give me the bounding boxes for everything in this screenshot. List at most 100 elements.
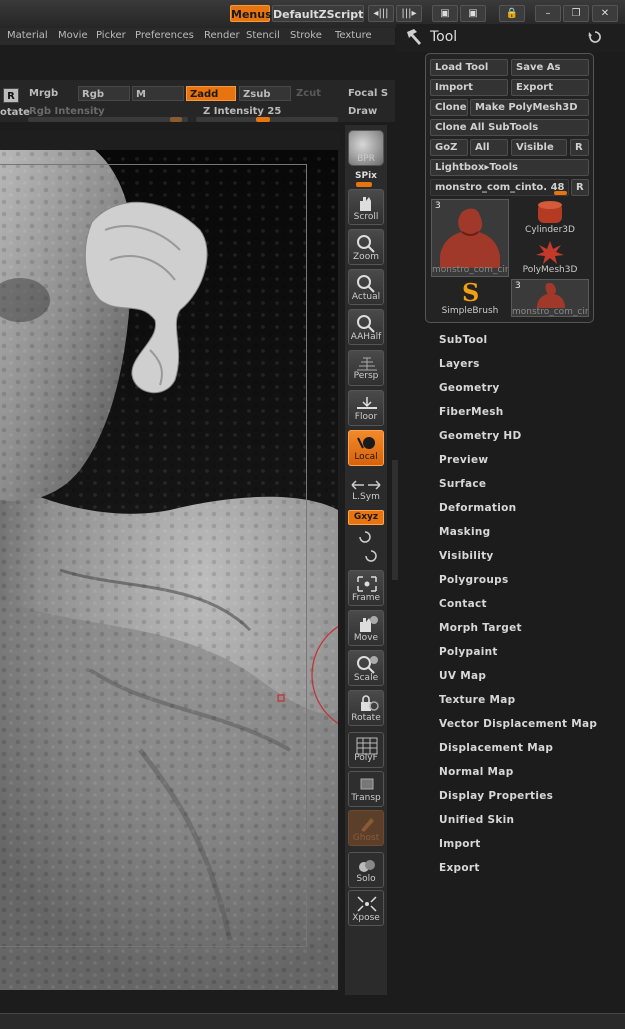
magnifier-actual-icon <box>357 275 375 293</box>
menu-picker[interactable]: Picker <box>96 30 126 41</box>
rgb-button[interactable]: Rgb <box>78 86 130 101</box>
tool-thumb-simplebrush[interactable]: S SimpleBrush <box>431 278 509 317</box>
rgb-intensity-knob[interactable] <box>170 117 182 122</box>
panel-splitter[interactable] <box>392 460 398 580</box>
spix-slider-knob[interactable] <box>356 182 372 187</box>
zcut-button[interactable]: Zcut <box>293 86 339 101</box>
menu-movie[interactable]: Movie <box>58 30 88 41</box>
import-button[interactable]: Import <box>430 79 508 96</box>
minimize-icon[interactable]: – <box>535 5 561 22</box>
collapse-left-icon[interactable]: ◂||| <box>368 5 394 22</box>
r-button[interactable]: R <box>3 88 19 103</box>
refresh-icon[interactable] <box>588 30 602 44</box>
local-symmetry-icon <box>357 437 375 449</box>
monstro-bust-icon <box>440 208 500 268</box>
current-tool-r-button[interactable]: R <box>571 179 589 196</box>
subpalette-subtool[interactable]: SubTool <box>439 334 487 346</box>
load-tool-button[interactable]: Load Tool <box>430 59 508 76</box>
zadd-button[interactable]: Zadd <box>186 86 236 101</box>
menu-bar: Material Movie Picker Preferences Render… <box>0 28 395 45</box>
tool-thumb-monstro[interactable]: 3 monstro_com_cin <box>431 199 509 277</box>
subpalette-fibermesh[interactable]: FiberMesh <box>439 406 504 418</box>
z-intensity-knob[interactable] <box>256 117 270 122</box>
collapse-right-icon[interactable]: |||▸ <box>396 5 422 22</box>
bpr-label: BPR <box>357 154 375 164</box>
focal-shift-slider[interactable]: Focal S <box>348 86 392 101</box>
subpalette-texture-map[interactable]: Texture Map <box>439 694 515 706</box>
restore-icon[interactable]: ❐ <box>563 5 589 22</box>
subpalette-preview[interactable]: Preview <box>439 454 488 466</box>
subpalette-visibility[interactable]: Visibility <box>439 550 494 562</box>
tool-thumb-polymesh3d[interactable]: PolyMesh3D <box>511 239 589 277</box>
clone-all-subtools-button[interactable]: Clone All SubTools <box>430 119 589 136</box>
subpalette-contact[interactable]: Contact <box>439 598 487 610</box>
close-icon[interactable]: ✕ <box>592 5 618 22</box>
draw-size-slider[interactable]: Draw <box>348 104 392 119</box>
lsym-label[interactable]: L.Sym <box>345 492 387 502</box>
rotate-z-icon[interactable] <box>364 549 378 563</box>
tool-palette-title[interactable]: Tool <box>430 29 457 45</box>
subpalette-export[interactable]: Export <box>439 862 480 874</box>
subpalette-uv-map[interactable]: UV Map <box>439 670 486 682</box>
bottom-tray-bar[interactable] <box>0 1013 625 1029</box>
export-button[interactable]: Export <box>511 79 589 96</box>
hammer-icon <box>407 29 421 45</box>
lsym-arrows-icon[interactable] <box>350 478 382 492</box>
goz-all-button[interactable]: All <box>470 139 508 156</box>
rotate-label[interactable]: otate <box>0 105 30 120</box>
tool-thumb-monstro-2[interactable]: 3 monstro_com_cin <box>511 279 589 317</box>
lightbox-tools-button[interactable]: Lightbox▸Tools <box>430 159 589 176</box>
tool-thumb-count: 3 <box>435 201 441 211</box>
subpalette-surface[interactable]: Surface <box>439 478 486 490</box>
make-polymesh3d-button[interactable]: Make PolyMesh3D <box>470 99 589 116</box>
subpalette-vector-displacement-map[interactable]: Vector Displacement Map <box>439 718 597 730</box>
zsub-button[interactable]: Zsub <box>239 86 291 101</box>
tool-thumb-cylinder3d[interactable]: Cylinder3D <box>511 199 589 237</box>
menu-texture[interactable]: Texture <box>335 30 372 41</box>
goz-r-button[interactable]: R <box>570 139 589 156</box>
subpalette-unified-skin[interactable]: Unified Skin <box>439 814 514 826</box>
subpalette-morph-target[interactable]: Morph Target <box>439 622 522 634</box>
subpalette-displacement-map[interactable]: Displacement Map <box>439 742 553 754</box>
current-tool-slider-knob[interactable] <box>554 191 567 195</box>
subpalette-display-properties[interactable]: Display Properties <box>439 790 553 802</box>
layout-right-icon[interactable]: ▣ <box>460 5 486 22</box>
subpalette-polypaint[interactable]: Polypaint <box>439 646 498 658</box>
goz-button[interactable]: GoZ <box>430 139 468 156</box>
hand-move-icon <box>360 616 378 632</box>
mrgb-button[interactable]: Mrgb <box>26 86 76 101</box>
clone-button[interactable]: Clone <box>430 99 468 116</box>
menus-button[interactable]: Menus <box>230 5 272 22</box>
goz-visible-button[interactable]: Visible <box>511 139 567 156</box>
save-as-button[interactable]: Save As <box>511 59 589 76</box>
rotate-label: Rotate <box>351 713 381 723</box>
xpose-arrows-icon <box>357 896 377 912</box>
menu-stroke[interactable]: Stroke <box>290 30 322 41</box>
rotate-y-icon[interactable] <box>358 530 372 544</box>
m-button[interactable]: M <box>132 86 184 101</box>
spix-label[interactable]: SPix <box>345 171 387 181</box>
default-zscript-button[interactable]: DefaultZScript <box>272 5 364 22</box>
rgb-intensity-track[interactable] <box>28 117 188 122</box>
subpalette-geometry[interactable]: Geometry <box>439 382 499 394</box>
subpalette-import[interactable]: Import <box>439 838 481 850</box>
xpose-label: Xpose <box>352 913 380 923</box>
xyz-label: Gxyz <box>353 512 379 522</box>
layout-left-icon[interactable]: ▣ <box>432 5 458 22</box>
menu-material[interactable]: Material <box>7 30 48 41</box>
menu-render[interactable]: Render <box>204 30 240 41</box>
subpalette-masking[interactable]: Masking <box>439 526 490 538</box>
polyf-label: PolyF <box>354 753 378 763</box>
subpalette-normal-map[interactable]: Normal Map <box>439 766 514 778</box>
aahalf-label: AAHalf <box>350 332 382 342</box>
subpalette-deformation[interactable]: Deformation <box>439 502 516 514</box>
scale-label: Scale <box>353 673 379 683</box>
simplebrush-s-icon: S <box>462 278 479 307</box>
menu-preferences[interactable]: Preferences <box>135 30 194 41</box>
lock-icon[interactable]: 🔒 <box>499 5 525 22</box>
menu-stencil[interactable]: Stencil <box>246 30 280 41</box>
subpalette-polygroups[interactable]: Polygroups <box>439 574 509 586</box>
subpalette-geometry-hd[interactable]: Geometry HD <box>439 430 522 442</box>
current-tool-slider[interactable]: monstro_com_cinto. 48 <box>430 179 569 196</box>
subpalette-layers[interactable]: Layers <box>439 358 480 370</box>
